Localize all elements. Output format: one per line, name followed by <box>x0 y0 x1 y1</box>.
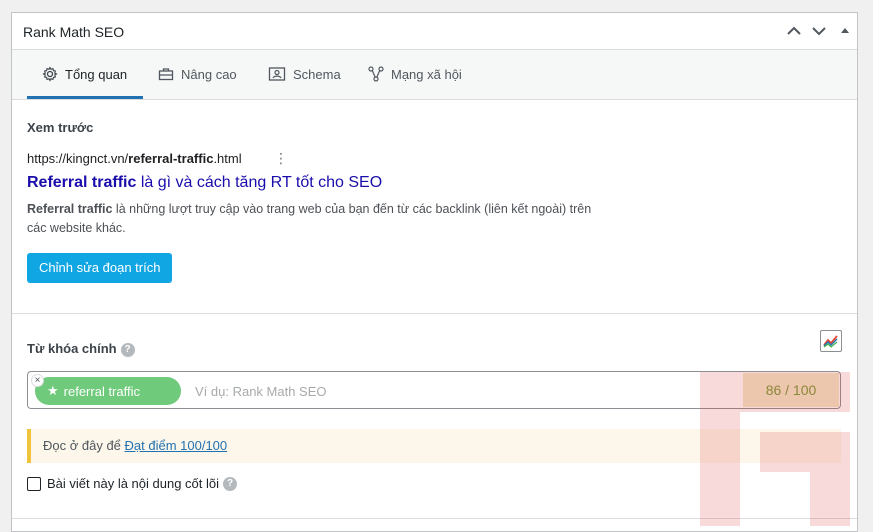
tab-schema[interactable]: Schema <box>268 50 341 98</box>
chevron-up-icon[interactable] <box>785 22 803 40</box>
serp-url-prefix: https://kingnct.vn/ <box>27 151 129 166</box>
serp-url-suffix: .html <box>213 151 242 166</box>
focus-keyword-heading-text: Từ khóa chính <box>27 341 117 356</box>
toolbox-icon <box>158 68 174 81</box>
score-guide-link[interactable]: Đạt điểm 100/100 <box>125 438 228 453</box>
schema-icon <box>268 67 286 81</box>
chevron-down-icon[interactable] <box>810 22 828 40</box>
tab-overview-label: Tổng quan <box>65 66 128 82</box>
serp-desc-line1: là những lượt truy cập vào trang web của… <box>112 202 592 216</box>
share-icon <box>368 66 384 82</box>
pillar-content-row: Bài viết này là nội dung cốt lõi ? <box>27 476 237 491</box>
serp-title-keyword: Referral traffic <box>27 174 137 191</box>
keyword-tag-label: referral traffic <box>63 383 140 399</box>
focus-keyword-input[interactable] <box>193 379 697 403</box>
bottom-divider <box>12 518 857 519</box>
serp-desc-keyword: Referral traffic <box>27 202 113 216</box>
serp-title-rest: là gì và cách tăng RT tốt cho SEO <box>136 174 383 191</box>
edit-snippet-button[interactable]: Chỉnh sửa đoạn trích <box>27 253 173 283</box>
notice-text: Đọc ở đây để <box>43 438 125 453</box>
preview-heading: Xem trước <box>27 120 94 135</box>
remove-keyword-icon[interactable]: × <box>31 374 44 387</box>
serp-desc-line2: các website khác. <box>27 221 126 235</box>
keyword-tag[interactable]: ★ referral traffic <box>35 377 181 405</box>
tab-bar: Tổng quan Nâng cao Schema Mạng xã hội <box>12 50 857 100</box>
tab-social-label: Mạng xã hội <box>391 66 462 82</box>
tab-advanced[interactable]: Nâng cao <box>158 50 237 98</box>
tab-overview[interactable]: Tổng quan <box>42 50 127 98</box>
toggle-panel-icon[interactable] <box>836 22 854 40</box>
tab-social[interactable]: Mạng xã hội <box>368 50 462 98</box>
seo-score-badge: 86 / 100 <box>743 373 839 407</box>
pillar-content-label[interactable]: Bài viết này là nội dung cốt lõi <box>47 476 219 491</box>
serp-url-slug: referral-traffic <box>128 151 214 166</box>
gear-icon <box>42 66 58 82</box>
serp-title[interactable]: Referral traffic là gì và cách tăng RT t… <box>27 174 382 192</box>
focus-keyword-box: ★ referral traffic × 86 / 100 <box>27 371 841 409</box>
score-notice: Đọc ở đây để Đạt điểm 100/100 <box>27 429 841 463</box>
trend-chart-icon <box>823 335 838 348</box>
pillar-content-checkbox[interactable] <box>27 476 41 491</box>
panel-title: Rank Math SEO <box>23 24 125 40</box>
section-divider <box>12 313 857 314</box>
serp-url: https://kingnct.vn/referral-traffic.html <box>27 151 242 166</box>
star-icon: ★ <box>47 383 59 398</box>
tab-advanced-label: Nâng cao <box>181 66 237 82</box>
more-options-icon[interactable]: ⋮ <box>274 151 288 165</box>
focus-keyword-heading: Từ khóa chính? <box>27 341 135 357</box>
active-tab-indicator <box>27 96 143 99</box>
pillar-help-icon[interactable]: ? <box>223 476 237 491</box>
rank-math-panel: Rank Math SEO Tổng quan Nâng cao Schema … <box>11 12 858 532</box>
panel-header: Rank Math SEO <box>12 13 857 50</box>
tab-schema-label: Schema <box>293 66 341 82</box>
serp-description: Referral traffic là những lượt truy cập … <box>27 200 647 238</box>
help-icon[interactable]: ? <box>120 342 135 357</box>
trends-button[interactable] <box>820 330 842 352</box>
